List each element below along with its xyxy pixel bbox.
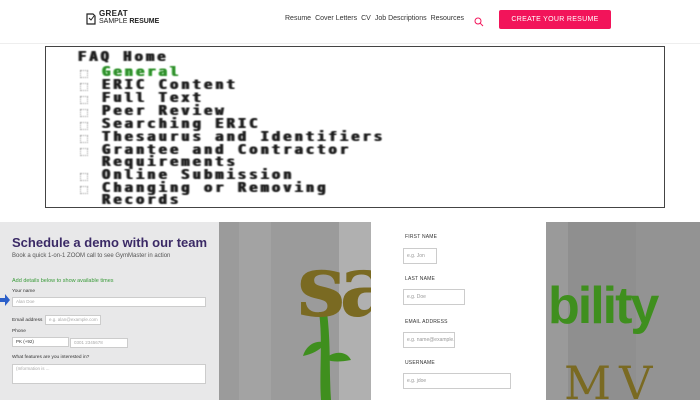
faq-home-link[interactable]: FAQ Home (78, 49, 169, 65)
bullet-icon (80, 70, 88, 78)
faq-item-changing-cont[interactable]: Records (102, 192, 181, 207)
name-input[interactable]: Alan Doe (12, 297, 206, 307)
last-name-label: LAST NAME (405, 276, 436, 282)
mv-logo-text: MV (564, 356, 661, 400)
bullet-icon (80, 83, 88, 91)
nav-link-resume[interactable]: Resume (285, 15, 311, 22)
site-logo[interactable]: GREAT SAMPLE RESUME (86, 10, 159, 26)
logo-line-1: GREAT (99, 9, 128, 18)
email-address-input[interactable]: e.g. name@example.com (403, 332, 455, 348)
resume-logo-icon (86, 12, 96, 25)
nav-link-job-descriptions[interactable]: Job Descriptions (375, 15, 427, 22)
bullet-icon (80, 173, 88, 181)
demo-note: Add details below to show available time… (12, 278, 114, 284)
search-icon[interactable] (474, 14, 484, 27)
nav-link-resources[interactable]: Resources (431, 15, 464, 22)
bullet-icon (80, 109, 88, 117)
country-code-select[interactable]: PK (+92) (12, 337, 69, 347)
last-name-input[interactable]: e.g. Doe (403, 289, 465, 305)
name-label: Your name (12, 289, 36, 294)
demo-form-panel: Schedule a demo with our team Book a qui… (0, 222, 219, 400)
bullet-icon (80, 148, 88, 156)
username-input[interactable]: e.g. jdoe (403, 373, 511, 389)
logo-line-2: SAMPLE RESUME (99, 18, 159, 26)
email-label: Email address (12, 318, 43, 323)
nav-link-cv[interactable]: CV (361, 15, 371, 22)
bility-logo-text: bility (548, 277, 659, 335)
brand-collage-right: bility MV (546, 222, 700, 400)
nav-link-cover-letters[interactable]: Cover Letters (315, 15, 357, 22)
first-name-input[interactable]: e.g. Jon (403, 248, 437, 264)
interest-textarea[interactable]: (Information is ... (12, 364, 206, 384)
bullet-icon (80, 135, 88, 143)
bullet-icon (80, 186, 88, 194)
bullet-icon (80, 96, 88, 104)
phone-label: Phone (12, 329, 26, 334)
faq-menu-image: FAQ Home General ERIC Content Full Text … (45, 46, 665, 208)
bullet-icon (80, 122, 88, 130)
nav-links: Resume Cover Letters CV Job Descriptions… (285, 15, 464, 22)
arrow-right-icon (0, 293, 10, 306)
create-resume-button[interactable]: CREATE YOUR RESUME (499, 10, 611, 29)
email-address-label: EMAIL ADDRESS (405, 319, 448, 325)
brand-collage-left: sa (219, 222, 371, 400)
logo-sample: SAMPLE (99, 18, 130, 25)
sa-logo-text: sa (297, 236, 371, 337)
email-input[interactable]: e.g. alan@example.com (45, 315, 101, 325)
first-name-label: FIRST NAME (405, 234, 438, 240)
interest-label: What features are you interested in? (12, 355, 90, 360)
logo-resume: RESUME (129, 18, 160, 25)
demo-title: Schedule a demo with our team (12, 235, 208, 250)
signup-form-panel: FIRST NAME e.g. Jon LAST NAME e.g. Doe E… (371, 222, 546, 400)
phone-input[interactable]: 0301 2345678 (70, 338, 128, 348)
username-label: USERNAME (405, 360, 435, 366)
top-navbar: GREAT SAMPLE RESUME Resume Cover Letters… (0, 0, 700, 44)
logo-wordmark: GREAT SAMPLE RESUME (99, 10, 159, 26)
demo-subtitle: Book a quick 1-on-1 ZOOM call to see Gym… (12, 253, 171, 259)
